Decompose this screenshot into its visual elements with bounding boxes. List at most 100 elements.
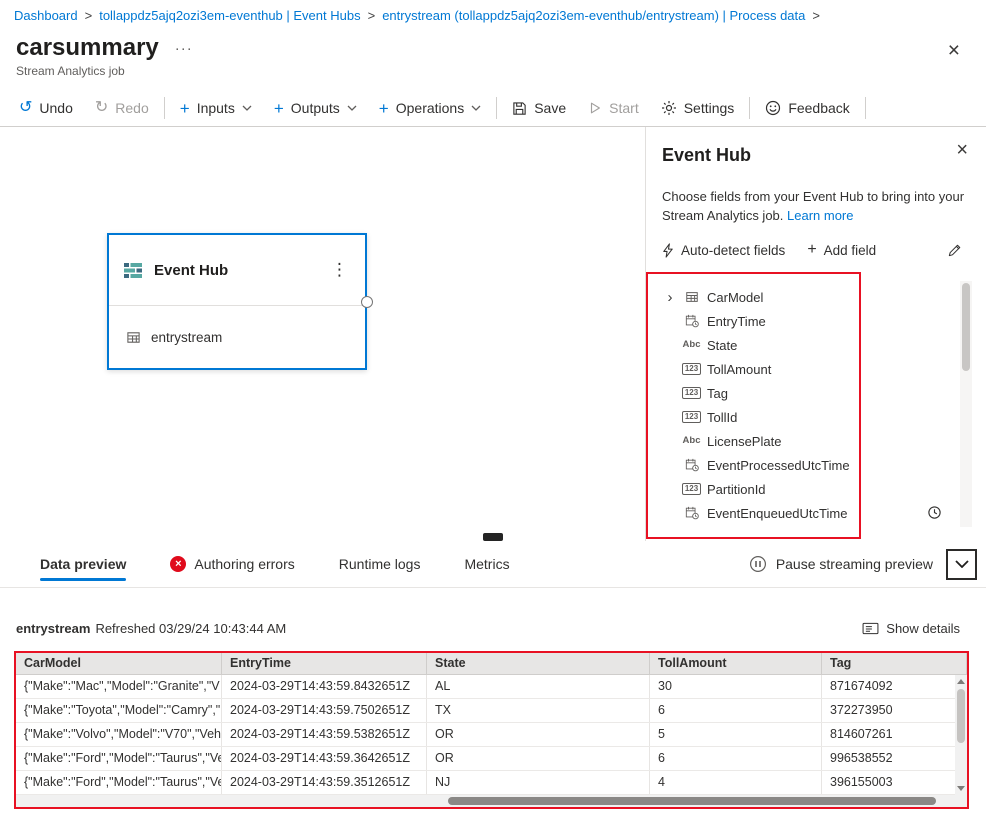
scrollbar-thumb[interactable] [962, 283, 970, 371]
preview-source-name: entrystream [16, 621, 91, 636]
horizontal-scrollbar[interactable] [16, 795, 955, 807]
feedback-button[interactable]: Feedback [754, 90, 860, 126]
scroll-up-arrow[interactable] [957, 679, 965, 684]
cell-tollamount: 6 [650, 699, 822, 722]
field-name: TollId [707, 409, 738, 425]
diagram-canvas[interactable]: Event Hub ⋮ entrystream Event Hub × Choo… [0, 127, 986, 541]
plus-icon: + [378, 98, 389, 118]
field-row-entrytime[interactable]: EntryTime [664, 309, 855, 333]
datetime-icon [683, 314, 700, 328]
feedback-label: Feedback [788, 100, 850, 116]
field-row-tollid[interactable]: 123 TollId [664, 405, 855, 429]
close-icon[interactable]: × [956, 140, 968, 160]
collapse-panel-button[interactable] [946, 548, 977, 580]
field-name: LicensePlate [707, 433, 782, 449]
more-options-icon[interactable]: ··· [175, 40, 193, 57]
tab-label: Runtime logs [338, 556, 421, 572]
tab-data-preview[interactable]: Data preview [40, 541, 127, 587]
field-row-tollamount[interactable]: 123 TollAmount [664, 357, 855, 381]
column-header[interactable]: State [427, 653, 650, 674]
cell-carmodel: {"Make":"Volvo","Model":"V70","Veh [16, 723, 222, 746]
tab-authoring-errors[interactable]: × Authoring errors [170, 541, 295, 587]
chevron-right-icon[interactable]: › [664, 290, 676, 305]
column-header[interactable]: EntryTime [222, 653, 427, 674]
tab-runtime-logs[interactable]: Runtime logs [339, 541, 421, 587]
breadcrumb-link-dashboard[interactable]: Dashboard [14, 8, 78, 23]
table-row: {"Make":"Volvo","Model":"V70","Veh 2024-… [16, 723, 967, 747]
tab-strip: Data preview × Authoring errors Runtime … [0, 541, 986, 588]
edit-pencil-icon[interactable] [947, 243, 962, 258]
preview-header: entrystream Refreshed 03/29/24 10:43:44 … [16, 621, 960, 636]
field-row-eventenqueuedutctime[interactable]: EventEnqueuedUtcTime [664, 501, 855, 525]
redo-button[interactable]: ↻ Redo [84, 90, 160, 126]
field-name: TollAmount [707, 361, 772, 377]
field-row-state[interactable]: Abc State [664, 333, 855, 357]
datetime-icon [683, 458, 700, 472]
plus-icon: + [273, 98, 284, 118]
column-header[interactable]: Tag [822, 653, 967, 674]
scrollbar-thumb[interactable] [957, 689, 965, 743]
toolbar-divider [163, 97, 165, 119]
vertical-scrollbar[interactable] [955, 675, 967, 795]
node-menu-icon[interactable]: ⋮ [328, 260, 351, 280]
lightning-icon [663, 242, 673, 258]
tab-label: Metrics [464, 556, 510, 572]
field-name: CarModel [707, 289, 764, 305]
scrollbar-thumb[interactable] [447, 797, 937, 805]
cell-carmodel: {"Make":"Toyota","Model":"Camry"," [16, 699, 222, 722]
cell-tag: 396155003 [822, 771, 967, 794]
page-subtitle: Stream Analytics job [16, 64, 125, 78]
field-row-tag[interactable]: 123 Tag [664, 381, 855, 405]
field-row-partitionid[interactable]: 123 PartitionId [664, 477, 855, 501]
cell-tollamount: 6 [650, 747, 822, 770]
details-pane-icon [862, 622, 879, 635]
history-clock-icon[interactable] [927, 505, 942, 520]
learn-more-link[interactable]: Learn more [787, 208, 853, 223]
panel-scrollbar[interactable] [960, 281, 972, 527]
breadcrumb: Dashboard > tollappdz5ajq2ozi3em-eventhu… [0, 0, 986, 30]
panel-actions: Auto-detect fields + Add field [662, 242, 962, 258]
cell-carmodel: {"Make":"Ford","Model":"Taurus","Ve [16, 747, 222, 770]
scroll-down-arrow[interactable] [957, 786, 965, 791]
breadcrumb-link-process-data[interactable]: entrystream (tollappdz5ajq2ozi3em-eventh… [382, 8, 805, 23]
scrollbar-corner [955, 795, 967, 807]
plus-icon: + [179, 98, 190, 118]
tab-metrics[interactable]: Metrics [464, 541, 509, 587]
add-outputs-button[interactable]: + Outputs [263, 90, 368, 126]
pause-streaming-button[interactable]: Pause streaming preview [749, 555, 933, 573]
column-header[interactable]: TollAmount [650, 653, 822, 674]
preview-refreshed: Refreshed 03/29/24 10:43:44 AM [95, 621, 287, 636]
record-table-icon [683, 290, 700, 304]
node-event-hub[interactable]: Event Hub ⋮ entrystream [107, 233, 373, 370]
field-row-carmodel[interactable]: › CarModel [664, 285, 855, 309]
add-inputs-button[interactable]: + Inputs [169, 90, 263, 126]
column-header[interactable]: CarModel [16, 653, 222, 674]
preview-table: CarModel EntryTime State TollAmount Tag … [14, 651, 969, 809]
show-details-label: Show details [886, 621, 960, 636]
breadcrumb-separator: > [812, 7, 820, 23]
page-title: carsummary [16, 34, 159, 61]
cell-entrytime: 2024-03-29T14:43:59.3512651Z [222, 771, 427, 794]
side-panel: Event Hub × Choose fields from your Even… [645, 127, 986, 541]
node-input-name: entrystream [151, 329, 223, 345]
add-operations-button[interactable]: + Operations [368, 90, 492, 126]
close-icon[interactable]: × [948, 40, 960, 61]
settings-button[interactable]: Settings [650, 90, 746, 126]
settings-label: Settings [683, 100, 735, 116]
node-output-port[interactable] [361, 295, 373, 308]
panel-resize-handle[interactable] [483, 533, 503, 541]
show-details-button[interactable]: Show details [862, 621, 960, 636]
breadcrumb-link-eventhub[interactable]: tollappdz5ajq2ozi3em-eventhub | Event Hu… [99, 8, 360, 23]
save-button[interactable]: Save [501, 90, 577, 126]
start-button[interactable]: Start [577, 90, 650, 126]
toolbar: ↺ Undo ↻ Redo + Inputs + Outputs + Opera… [0, 90, 986, 127]
undo-icon: ↺ [19, 99, 33, 116]
chevron-down-icon [347, 105, 357, 111]
field-name: PartitionId [707, 481, 766, 497]
add-field-button[interactable]: + Add field [807, 242, 876, 258]
field-name: Tag [707, 385, 728, 401]
auto-detect-fields-button[interactable]: Auto-detect fields [662, 243, 785, 258]
field-row-licenseplate[interactable]: Abc LicensePlate [664, 429, 855, 453]
field-row-eventprocessedutctime[interactable]: EventProcessedUtcTime [664, 453, 855, 477]
undo-button[interactable]: ↺ Undo [8, 90, 84, 126]
